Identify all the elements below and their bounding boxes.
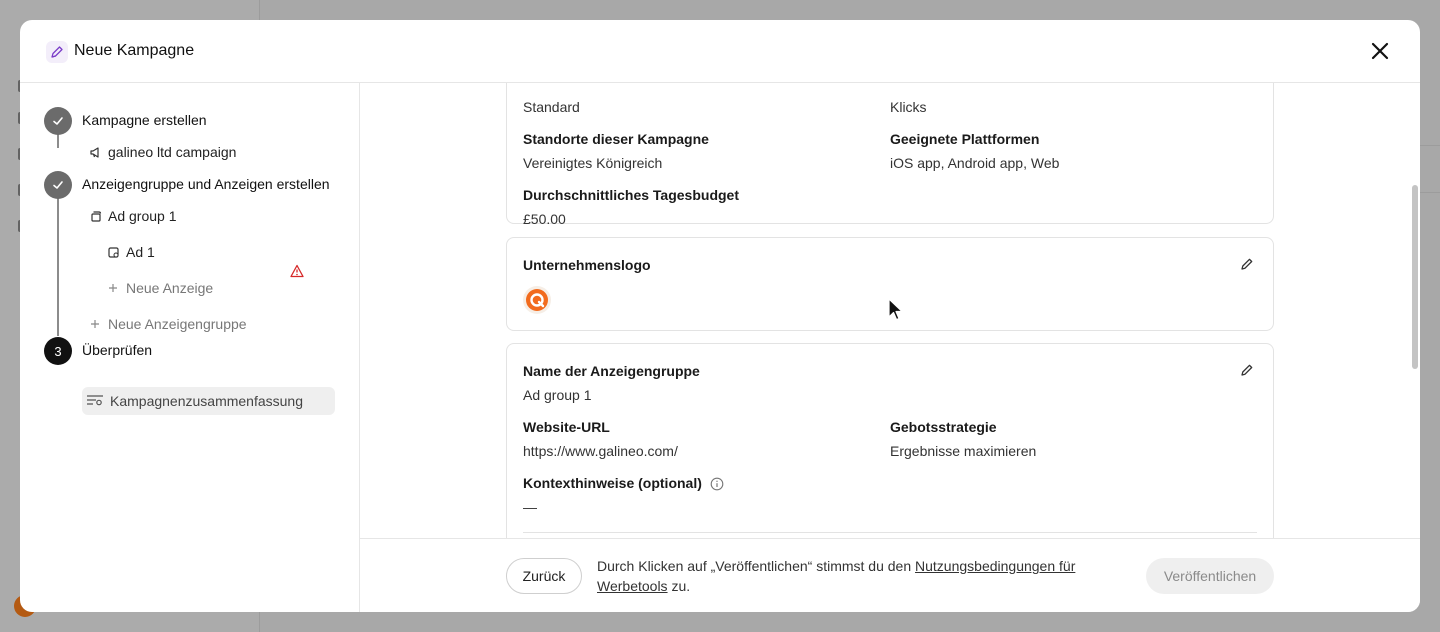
step-review[interactable]: Überprüfen bbox=[82, 341, 152, 359]
terms-notice: Durch Klicken auf „Veröffentlichen“ stim… bbox=[597, 556, 1117, 596]
campaign-details-card: Standard Klicks Standorte dieser Kampagn… bbox=[506, 83, 1274, 227]
locations-value: Vereinigtes Königreich bbox=[523, 155, 663, 171]
nav-item-label: galineo ltd campaign bbox=[108, 144, 237, 160]
nav-item-label: Ad 1 bbox=[126, 244, 155, 260]
step-complete-check-icon bbox=[44, 107, 72, 135]
modal-header: Neue Kampagne bbox=[20, 20, 1420, 83]
budget-label: Durchschnittliches Tagesbudget bbox=[523, 187, 739, 203]
terms-suffix: zu. bbox=[667, 578, 691, 594]
website-url-value: https://www.galineo.com/ bbox=[523, 443, 678, 459]
nav-item-label: Ad group 1 bbox=[108, 208, 177, 224]
stack-icon bbox=[88, 209, 102, 223]
warning-icon bbox=[290, 264, 304, 278]
context-hints-value: — bbox=[523, 499, 537, 515]
steps-sidebar: Kampagne erstellen galineo ltd campaign … bbox=[20, 83, 360, 612]
budget-value: £50.00 bbox=[523, 211, 566, 227]
plus-icon bbox=[88, 317, 102, 331]
company-logo-card: Unternehmenslogo bbox=[506, 237, 1274, 331]
plus-icon bbox=[106, 281, 120, 295]
edit-pencil-icon[interactable] bbox=[1239, 362, 1255, 378]
add-adgroup-label: Neue Anzeigengruppe bbox=[108, 316, 247, 332]
platforms-value: iOS app, Android app, Web bbox=[890, 155, 1060, 171]
nav-item-ad[interactable]: Ad 1 bbox=[106, 243, 155, 261]
company-logo-image bbox=[523, 286, 551, 314]
pencil-icon bbox=[46, 41, 68, 63]
back-button[interactable]: Zurück bbox=[506, 558, 582, 594]
step-number-badge: 3 bbox=[44, 337, 72, 365]
add-ad-button[interactable]: Neue Anzeige bbox=[106, 279, 213, 297]
nav-item-adgroup[interactable]: Ad group 1 bbox=[88, 207, 177, 225]
add-adgroup-button[interactable]: Neue Anzeigengruppe bbox=[88, 315, 247, 333]
adgroup-name-value: Ad group 1 bbox=[523, 387, 592, 403]
card-divider bbox=[523, 532, 1257, 533]
megaphone-icon bbox=[88, 145, 102, 159]
brand-logo-icon bbox=[526, 289, 548, 311]
step-create-adgroup[interactable]: Anzeigengruppe und Anzeigen erstellen bbox=[82, 175, 330, 193]
new-campaign-modal: Neue Kampagne Kampagne erstellen galineo… bbox=[20, 20, 1420, 612]
add-ad-label: Neue Anzeige bbox=[126, 280, 214, 296]
bid-strategy-value: Ergebnisse maximieren bbox=[890, 443, 1037, 459]
locations-label: Standorte dieser Kampagne bbox=[523, 131, 709, 147]
ad-icon bbox=[106, 245, 120, 259]
context-hints-label: Kontexthinweise (optional) bbox=[523, 474, 724, 492]
edit-pencil-icon[interactable] bbox=[1239, 256, 1255, 272]
objective-value: Standard bbox=[523, 99, 580, 115]
platforms-label: Geeignete Plattformen bbox=[890, 131, 1040, 147]
adgroup-name-label: Name der Anzeigengruppe bbox=[523, 363, 700, 379]
publish-button[interactable]: Veröffentlichen bbox=[1146, 558, 1274, 594]
nav-item-label: Kampagnenzusammenfassung bbox=[110, 393, 304, 409]
billing-value: Klicks bbox=[890, 99, 927, 115]
nav-item-campaign-summary[interactable]: Kampagnenzusammenfassung bbox=[82, 387, 335, 415]
bid-strategy-label: Gebotsstrategie bbox=[890, 419, 997, 435]
website-url-label: Website-URL bbox=[523, 419, 610, 435]
review-content[interactable]: Standard Klicks Standorte dieser Kampagn… bbox=[360, 83, 1420, 538]
scrollbar-thumb[interactable] bbox=[1412, 185, 1418, 369]
step-complete-check-icon bbox=[44, 171, 72, 199]
step-connector bbox=[57, 190, 59, 336]
logo-label: Unternehmenslogo bbox=[523, 257, 651, 273]
modal-title: Neue Kampagne bbox=[74, 42, 195, 59]
close-icon bbox=[1371, 42, 1389, 60]
adgroup-details-card: Name der Anzeigengruppe Ad group 1 Websi… bbox=[506, 343, 1274, 538]
step-create-campaign[interactable]: Kampagne erstellen bbox=[82, 111, 207, 129]
nav-item-campaign[interactable]: galineo ltd campaign bbox=[88, 143, 236, 161]
summary-list-icon bbox=[86, 394, 104, 408]
terms-prefix: Durch Klicken auf „Veröffentlichen“ stim… bbox=[597, 558, 916, 574]
modal-footer: Zurück Durch Klicken auf „Veröffentliche… bbox=[360, 538, 1420, 612]
close-button[interactable] bbox=[1368, 39, 1392, 63]
context-hints-label-text: Kontexthinweise (optional) bbox=[523, 475, 702, 491]
info-icon[interactable] bbox=[710, 477, 724, 491]
